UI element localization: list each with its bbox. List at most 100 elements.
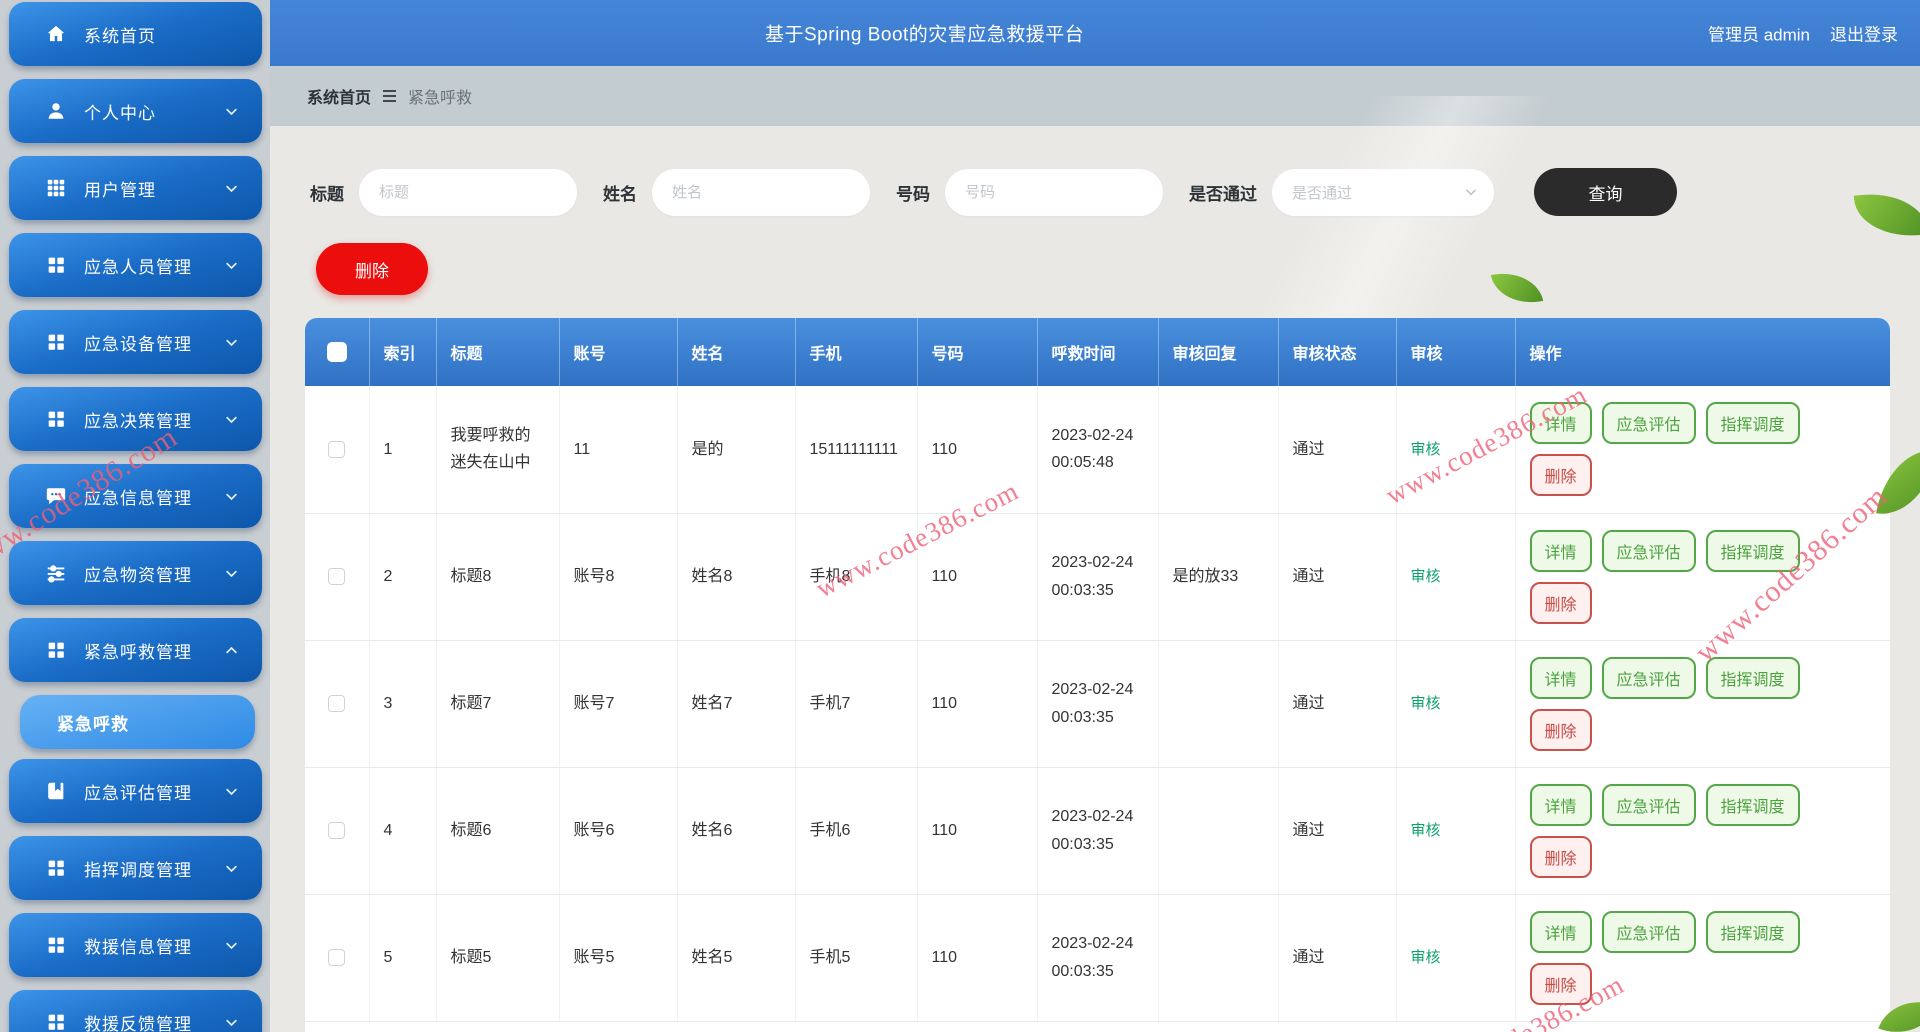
sidebar-item-label: 应急信息管理 [84,488,192,508]
sidebar-item[interactable]: 应急人员管理 [9,233,262,297]
sidebar-item[interactable]: 指挥调度管理 [9,836,262,900]
emergency-assess-button[interactable]: 应急评估 [1601,783,1696,826]
delete-selected-button[interactable]: 删除 [316,243,428,295]
command-dispatch-button[interactable]: 指挥调度 [1705,910,1800,953]
select-all-checkbox[interactable] [326,342,347,362]
command-dispatch-button[interactable]: 指挥调度 [1705,529,1800,572]
cell-audit-reply: 是的放33 [1158,513,1279,641]
filter-name-label: 姓名 [603,184,637,204]
sidebar-item[interactable]: 救援信息管理 [9,913,262,977]
sidebar-item[interactable]: 应急信息管理 [9,464,262,528]
row-checkbox[interactable] [328,949,346,967]
audit-link[interactable]: 审核 [1411,949,1441,966]
list-icon [383,90,397,102]
logout-link[interactable]: 退出登录 [1830,21,1898,46]
cell-call-time: 2023-02-24 00:03:35 [1037,513,1159,641]
cell-audit-status: 通过 [1278,767,1397,895]
cell-audit-reply [1158,894,1279,1022]
sidebar-item-label: 应急决策管理 [84,411,192,431]
column-header: 呼救时间 [1037,318,1159,386]
command-dispatch-button[interactable]: 指挥调度 [1705,656,1800,699]
emergency-assess-button[interactable]: 应急评估 [1601,529,1696,572]
chevron-down-icon [224,489,240,504]
table-row: 2 标题8 账号8 姓名8 手机8 110 2023-02-24 00:03:3… [305,513,1890,641]
sidebar-item[interactable]: 个人中心 [9,79,262,143]
detail-button[interactable]: 详情 [1529,656,1592,699]
detail-button[interactable]: 详情 [1529,529,1592,572]
row-checkbox[interactable] [328,822,346,840]
delete-row-button[interactable]: 删除 [1529,962,1592,1005]
chevron-down-icon [224,181,240,196]
row-checkbox-cell [305,513,370,641]
cell-number: 110 [917,513,1038,641]
column-header: 手机 [795,318,918,386]
audit-link[interactable]: 审核 [1411,441,1441,458]
command-dispatch-button[interactable]: 指挥调度 [1705,402,1800,445]
chevron-down-icon [224,566,240,581]
breadcrumb: 系统首页 紧急呼救 [270,66,1920,126]
table-row: 5 标题5 账号5 姓名5 手机5 110 2023-02-24 00:03:3… [305,894,1890,1022]
breadcrumb-home[interactable]: 系统首页 [307,84,371,108]
delete-row-button[interactable]: 删除 [1529,581,1592,624]
row-actions: 详情 应急评估 指挥调度 删除 [1529,656,1862,751]
sidebar-item-icon [45,857,67,879]
column-header: 号码 [917,318,1038,386]
cell-name: 姓名7 [677,640,796,768]
row-checkbox[interactable] [328,568,346,586]
column-header: 账号 [559,318,678,386]
search-button[interactable]: 查询 [1534,168,1677,216]
sidebar-item[interactable]: 应急物资管理 [9,541,262,605]
sidebar-item[interactable]: 系统首页 [9,2,262,66]
cell-account: 账号5 [559,894,678,1022]
sidebar-item-icon [45,485,67,507]
emergency-assess-button[interactable]: 应急评估 [1601,402,1696,445]
sidebar-item[interactable]: 应急设备管理 [9,310,262,374]
cell-number: 110 [917,894,1038,1022]
audit-link[interactable]: 审核 [1411,568,1441,585]
pass-select[interactable]: 是否通过 [1272,168,1494,216]
sidebar-item-label: 紧急呼救 [57,714,129,734]
sidebar-item[interactable]: 应急决策管理 [9,387,262,451]
row-checkbox[interactable] [328,695,346,713]
emergency-assess-button[interactable]: 应急评估 [1601,656,1696,699]
cell-operations: 详情 应急评估 指挥调度 删除 [1515,640,1890,768]
sidebar-item-label: 应急人员管理 [84,257,192,277]
command-dispatch-button[interactable]: 指挥调度 [1705,783,1800,826]
chevron-down-icon [224,412,240,427]
audit-link[interactable]: 审核 [1411,695,1441,712]
cell-title: 标题6 [436,767,560,895]
emergency-assess-button[interactable]: 应急评估 [1601,910,1696,953]
sidebar-item-icon [45,254,67,276]
cell-call-time: 2023-02-24 00:03:35 [1037,640,1159,768]
detail-button[interactable]: 详情 [1529,402,1592,445]
cell-name: 姓名5 [677,894,796,1022]
delete-row-button[interactable]: 删除 [1529,454,1592,497]
detail-button[interactable]: 详情 [1529,783,1592,826]
title-input[interactable] [359,168,577,216]
sidebar-item-icon [45,331,67,353]
sidebar-item[interactable]: 用户管理 [9,156,262,220]
sidebar-item[interactable]: 紧急呼救管理 [9,618,262,682]
filter-number-label: 号码 [896,184,930,204]
detail-button[interactable]: 详情 [1529,910,1592,953]
cell-number: 110 [917,767,1038,895]
column-header: 标题 [436,318,560,386]
sidebar-item[interactable]: 救援反馈管理 [9,990,262,1032]
sidebar-subitem[interactable]: 紧急呼救 [20,695,255,749]
sidebar-item-label: 个人中心 [84,103,156,123]
sidebar-item-icon [45,100,67,122]
sidebar-item[interactable]: 应急评估管理 [9,759,262,823]
sidebar-item-icon [45,639,67,661]
delete-row-button[interactable]: 删除 [1529,835,1592,878]
audit-link[interactable]: 审核 [1411,822,1441,839]
number-input[interactable] [945,168,1163,216]
delete-row-button[interactable]: 删除 [1529,708,1592,751]
cell-operations: 详情 应急评估 指挥调度 删除 [1515,386,1890,514]
row-checkbox[interactable] [328,440,346,458]
cell-account: 账号8 [559,513,678,641]
name-input[interactable] [652,168,870,216]
cell-audit: 审核 [1396,513,1516,641]
sidebar-item-label: 用户管理 [84,180,156,200]
cell-audit: 审核 [1396,640,1516,768]
cell-call-time: 2023-02-24 00:03:35 [1037,767,1159,895]
